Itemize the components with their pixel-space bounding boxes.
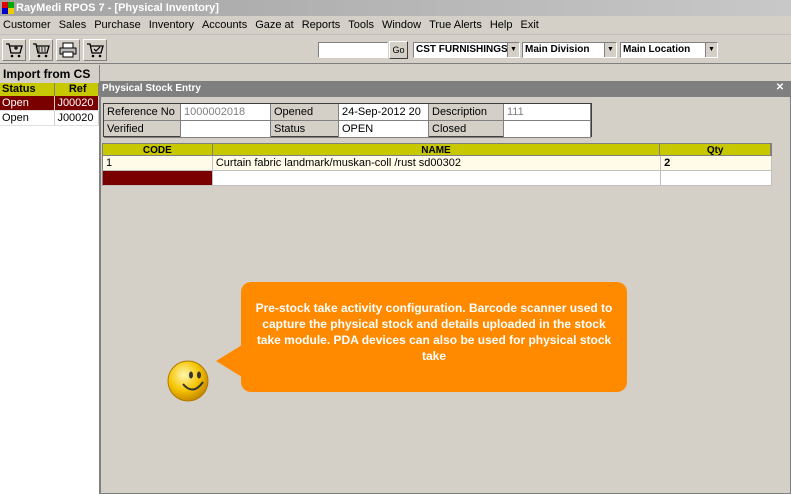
opened-field[interactable]: 24-Sep-2012 20 [339, 104, 429, 121]
name-column-header: NAME [213, 144, 661, 156]
go-button[interactable]: Go [389, 41, 408, 59]
callout-text: Pre-stock take activity configuration. B… [255, 301, 613, 363]
menu-customer[interactable]: Customer [0, 16, 56, 35]
app-icon [2, 2, 14, 14]
chevron-down-icon[interactable]: ▼ [705, 43, 717, 57]
cart-icon [33, 43, 50, 58]
row-status: Open [0, 111, 56, 125]
import-table-header: Status Ref [0, 83, 99, 96]
row-qty-input[interactable] [661, 171, 773, 185]
new-entry-row[interactable] [102, 171, 773, 186]
import-panel-title: Import from CS [0, 65, 99, 83]
menu-help[interactable]: Help [487, 16, 518, 35]
reference-no-label: Reference No [104, 104, 181, 121]
status-column-header: Status [0, 83, 56, 96]
cart-check-button[interactable] [83, 39, 107, 61]
stock-entry-titlebar: Physical Stock Entry ✕ [100, 81, 791, 96]
row-code[interactable]: 1 [103, 156, 213, 170]
menu-inventory[interactable]: Inventory [146, 16, 199, 35]
opened-label: Opened [271, 104, 339, 121]
row-code-input[interactable] [103, 171, 213, 185]
code-column-header: CODE [103, 144, 213, 156]
verified-label: Verified [104, 121, 181, 138]
menu-purchase[interactable]: Purchase [91, 16, 145, 35]
description-field[interactable]: 111 [504, 104, 591, 121]
status-label: Status [271, 121, 339, 138]
cart-button[interactable] [29, 39, 53, 61]
closed-label: Closed [429, 121, 504, 138]
menu-exit[interactable]: Exit [517, 16, 543, 35]
division-select[interactable]: Main Division ▼ [522, 42, 617, 58]
chevron-down-icon[interactable]: ▼ [507, 43, 519, 57]
location-value: Main Location [623, 44, 691, 55]
description-label: Description [429, 104, 504, 121]
menu-bar: Customer Sales Purchase Inventory Accoun… [0, 16, 791, 35]
callout-pointer [216, 345, 242, 377]
import-panel: Import from CS Status Ref Open J00020 Op… [0, 65, 100, 494]
division-value: Main Division [525, 44, 590, 55]
row-name-input[interactable] [213, 171, 662, 185]
table-row[interactable]: Open J00020 [0, 96, 99, 111]
search-input[interactable] [318, 42, 388, 58]
menu-window[interactable]: Window [379, 16, 426, 35]
status-field[interactable]: OPEN [339, 121, 429, 138]
row-ref: J00020 [55, 96, 99, 110]
location-select[interactable]: Main Location ▼ [620, 42, 718, 58]
close-icon[interactable]: ✕ [771, 81, 789, 95]
verified-field[interactable] [181, 121, 271, 138]
menu-reports[interactable]: Reports [299, 16, 346, 35]
info-callout: Pre-stock take activity configuration. B… [241, 282, 627, 392]
chevron-down-icon[interactable]: ▼ [604, 43, 616, 57]
row-status: Open [0, 96, 56, 110]
window-titlebar: RayMedi RPOS 7 - [Physical Inventory] [0, 0, 791, 16]
row-ref: J00020 [55, 111, 99, 125]
cart-add-icon [6, 43, 23, 58]
toolbar: Go CST FURNISHINGS ▼ Main Division ▼ Mai… [0, 36, 791, 64]
menu-tools[interactable]: Tools [345, 16, 379, 35]
cart-add-button[interactable] [2, 39, 26, 61]
menu-accounts[interactable]: Accounts [199, 16, 252, 35]
company-select[interactable]: CST FURNISHINGS ▼ [413, 42, 520, 58]
stock-entry-title: Physical Stock Entry [102, 83, 201, 94]
qty-column-header: Qty [660, 144, 771, 156]
ref-column-header: Ref [55, 83, 99, 96]
table-row[interactable]: Open J00020 [0, 111, 99, 126]
menu-gaze-at[interactable]: Gaze at [252, 16, 299, 35]
stock-info-grid: Reference No 1000002018 Opened 24-Sep-20… [103, 103, 592, 138]
reference-no-field[interactable]: 1000002018 [181, 104, 271, 121]
stock-items-grid: CODE NAME Qty 1 Curtain fabric landmark/… [102, 143, 773, 186]
mdi-area: Physical Stock Entry ✕ Reference No 1000… [100, 65, 791, 494]
stock-grid-header: CODE NAME Qty [102, 143, 772, 156]
cart-check-icon [87, 43, 104, 58]
row-name[interactable]: Curtain fabric landmark/muskan-coll /rus… [213, 156, 662, 170]
window-title: RayMedi RPOS 7 - [Physical Inventory] [16, 2, 219, 14]
menu-sales[interactable]: Sales [56, 16, 92, 35]
smiley-icon [167, 360, 209, 402]
company-value: CST FURNISHINGS [416, 44, 508, 55]
printer-icon [59, 42, 77, 58]
table-row[interactable]: 1 Curtain fabric landmark/muskan-coll /r… [102, 156, 773, 171]
print-button[interactable] [56, 39, 80, 61]
menu-true-alerts[interactable]: True Alerts [426, 16, 487, 35]
row-qty[interactable]: 2 [661, 156, 773, 170]
closed-field[interactable] [504, 121, 591, 138]
